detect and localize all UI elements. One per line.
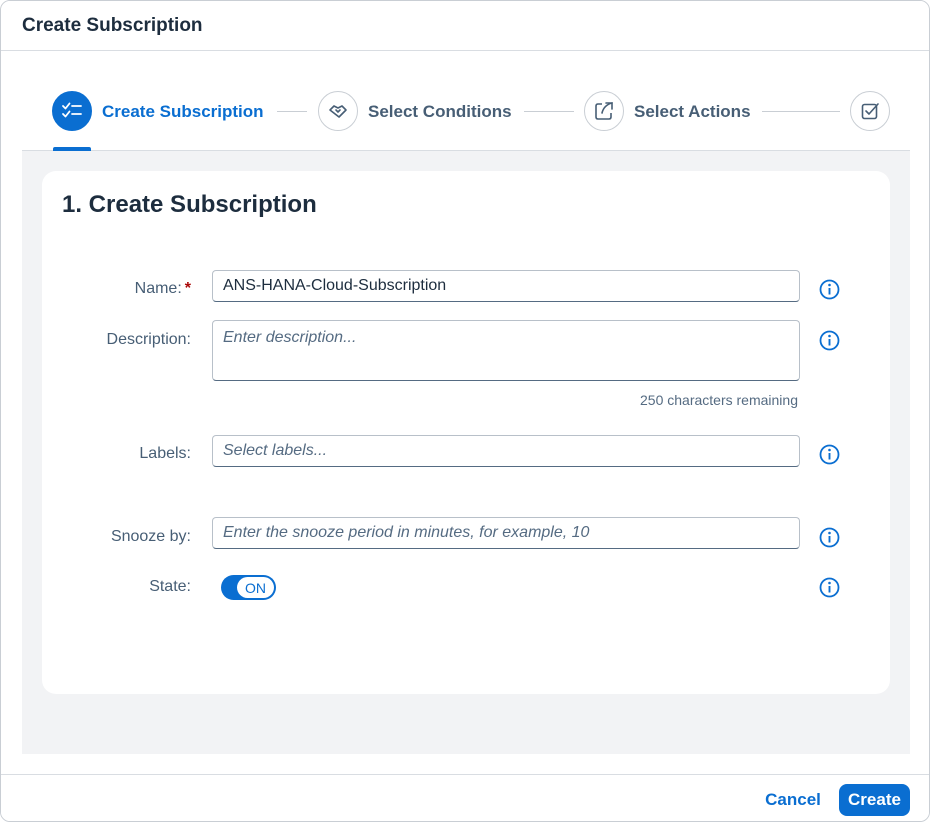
share-icon — [595, 102, 613, 120]
snooze-label: Snooze by: — [110, 528, 191, 545]
info-icon[interactable] — [819, 330, 840, 351]
create-button[interactable]: Create — [839, 784, 910, 816]
wizard-step-1-label[interactable]: Create Subscription — [102, 102, 264, 122]
description-label: Description: — [106, 331, 191, 348]
step-connector — [277, 111, 307, 112]
dialog-title: Create Subscription — [22, 15, 203, 36]
state-label: State: — [149, 578, 191, 595]
name-input[interactable]: ANS-HANA-Cloud-Subscription — [212, 270, 800, 302]
required-marker: * — [184, 280, 191, 297]
create-subscription-dialog: Create Subscription Create Subscription … — [0, 0, 930, 822]
snooze-input[interactable]: Enter the snooze period in minutes, for … — [212, 517, 800, 549]
section-title: 1. Create Subscription — [62, 191, 317, 218]
info-icon[interactable] — [819, 444, 840, 465]
wizard-step-2-label[interactable]: Select Conditions — [368, 102, 512, 122]
form-card — [42, 171, 890, 694]
wizard-step-4-icon[interactable] — [850, 91, 890, 131]
description-textarea[interactable]: Enter description... — [212, 320, 800, 381]
step-connector — [524, 111, 574, 112]
info-icon[interactable] — [819, 279, 840, 300]
wizard-step-2-icon[interactable] — [318, 91, 358, 131]
wizard-step-3-label[interactable]: Select Actions — [634, 102, 751, 122]
checkbox-icon — [861, 103, 879, 120]
wizard-step-1-icon[interactable] — [52, 91, 92, 131]
handshake-icon — [329, 105, 347, 118]
cancel-button[interactable]: Cancel — [756, 785, 830, 815]
toggle-text: ON — [237, 577, 274, 598]
labels-input[interactable]: Select labels... — [212, 435, 800, 467]
info-icon[interactable] — [819, 527, 840, 548]
characters-remaining: 250 characters remaining — [640, 392, 798, 408]
labels-label: Labels: — [139, 445, 191, 462]
checklist-icon — [62, 102, 82, 118]
info-icon[interactable] — [819, 577, 840, 598]
dialog-header: Create Subscription — [1, 1, 929, 51]
name-label: Name: * — [134, 280, 191, 297]
state-toggle[interactable]: ON — [221, 575, 276, 600]
wizard-steps: Create Subscription Select Conditions Se… — [22, 52, 910, 151]
wizard-step-3-icon[interactable] — [584, 91, 624, 131]
step-connector — [762, 111, 840, 112]
